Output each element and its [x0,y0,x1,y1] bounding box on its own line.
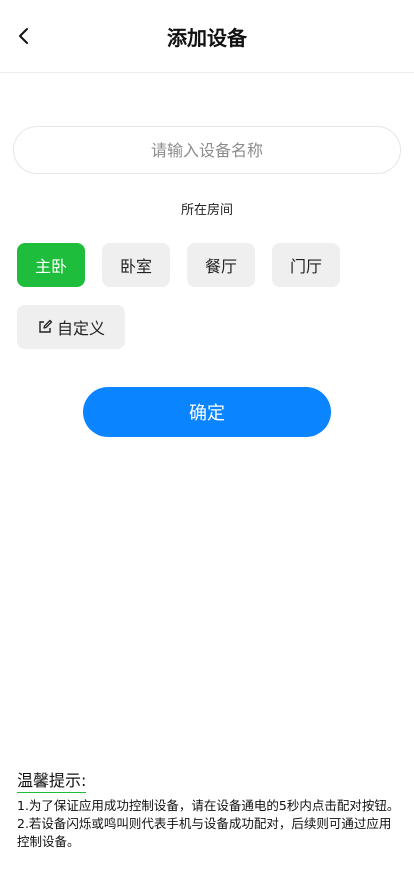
room-chip-label: 餐厅 [204,257,237,276]
room-chip-dining-room[interactable]: 餐厅 [187,243,255,287]
add-device-page: 添加设备 所在房间 主卧 卧室 餐厅 门厅 自定义 确定 温馨提示: 1.为了保… [0,0,414,896]
page-title: 添加设备 [167,26,247,50]
device-name-input[interactable] [13,126,401,174]
tip-line: 2.若设备闪烁或鸣叫则代表手机与设备成功配对，后续则可通过应用控制设备。 [17,816,392,849]
tips-text: 1.为了保证应用成功控制设备，请在设备通电的5秒内点击配对按钮。 2.若设备闪烁… [17,797,402,851]
custom-room-button[interactable]: 自定义 [17,305,125,349]
room-label: 所在房间 [180,203,233,218]
header-bar: 添加设备 [0,0,414,73]
edit-icon [39,319,53,333]
tips-title: 温馨提示: [17,767,87,793]
custom-room-label: 自定义 [56,319,105,338]
room-chip-foyer[interactable]: 门厅 [272,243,340,287]
room-chip-bedroom[interactable]: 卧室 [102,243,170,287]
room-chip-label: 卧室 [119,257,152,276]
confirm-label: 确定 [189,403,225,424]
room-chip-label: 主卧 [34,257,67,276]
tip-line: 1.为了保证应用成功控制设备，请在设备通电的5秒内点击配对按钮。 [17,798,400,813]
confirm-button[interactable]: 确定 [83,387,331,437]
room-chip-master-bedroom[interactable]: 主卧 [17,243,85,287]
room-chip-label: 门厅 [289,257,322,276]
